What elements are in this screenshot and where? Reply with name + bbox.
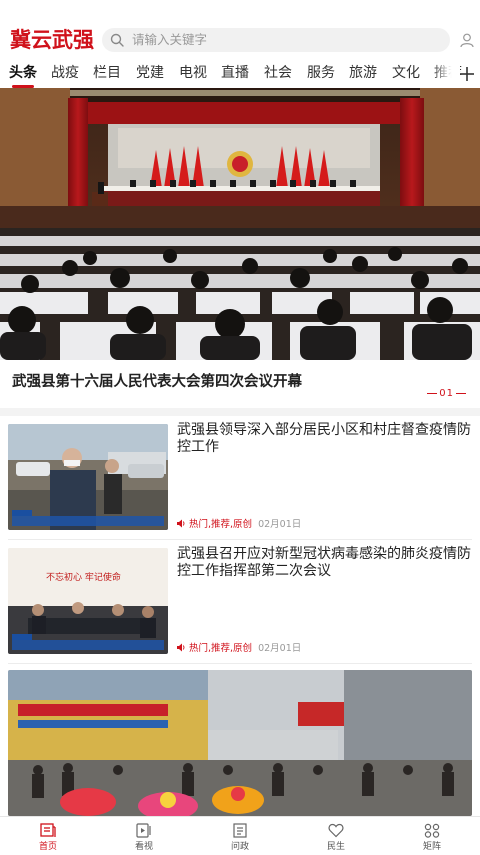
news-item[interactable]: 不忘初心 牢记使命 武强县召开应对新型冠状病毒感染的肺炎疫情防控工作指挥部第二次… <box>0 540 480 664</box>
home-news-icon <box>40 823 56 837</box>
news-thumbnail <box>8 424 168 530</box>
news-tags: 热门,推荐,原创 <box>189 519 253 530</box>
search-bar[interactable]: 请输入关键字 <box>102 28 450 52</box>
hero-image[interactable] <box>0 88 480 360</box>
news-title[interactable]: 武强县召开应对新型冠状病毒感染的肺炎疫情防控工作指挥部第二次会议 <box>177 546 473 580</box>
news-tags: 热门,推荐,原创 <box>189 643 253 654</box>
tab-fuwu[interactable]: 服务 <box>307 60 335 86</box>
tabs-fade <box>432 60 460 88</box>
inspection-photo <box>8 424 168 530</box>
tab-zhanyi[interactable]: 战疫 <box>51 60 79 86</box>
news-date: 02月01日 <box>258 519 302 530</box>
nav-label: 矩阵 <box>422 842 441 852</box>
svg-text:不忘初心 牢记使命: 不忘初心 牢记使命 <box>46 571 121 583</box>
channel-tabs: 头条 战疫 栏目 党建 电视 直播 社会 服务 旅游 文化 推荐 <box>0 60 480 88</box>
section-gap <box>0 408 480 416</box>
news-thumbnail: 不忘初心 牢记使命 <box>8 548 168 654</box>
meeting-photo: 不忘初心 牢记使命 <box>8 548 168 654</box>
news-meta: 热门,推荐,原创 02月01日 <box>177 640 301 654</box>
news-title[interactable]: 武强县领导深入部分居民小区和村庄督查疫情防控工作 <box>177 422 473 456</box>
heart-icon <box>328 823 344 838</box>
nav-matrix[interactable]: 矩阵 <box>384 817 480 855</box>
hero-title[interactable]: 武强县第十六届人民代表大会第四次会议开幕 <box>12 370 302 391</box>
app-logo[interactable]: 冀云武强 <box>10 24 94 56</box>
nav-label: 看视 <box>134 842 153 852</box>
speaker-icon <box>177 643 185 652</box>
tab-dangjian[interactable]: 党建 <box>136 60 164 86</box>
tab-dianshi[interactable]: 电视 <box>179 60 207 86</box>
search-placeholder: 请输入关键字 <box>132 32 208 47</box>
news-meta: 热门,推荐,原创 02月01日 <box>177 516 301 530</box>
nav-livelihood[interactable]: 民生 <box>288 817 384 855</box>
tab-lanmu[interactable]: 栏目 <box>93 60 121 86</box>
video-icon <box>136 823 151 838</box>
nav-label: 民生 <box>326 842 345 852</box>
nav-label: 问政 <box>230 842 249 852</box>
bottom-nav: 首页 看视 问政 民生 矩阵 <box>0 816 480 855</box>
tab-zhibo[interactable]: 直播 <box>221 60 249 86</box>
conference-hall-photo <box>0 88 480 360</box>
tab-shehui[interactable]: 社会 <box>264 60 292 86</box>
nav-video[interactable]: 看视 <box>96 817 192 855</box>
hero-caption[interactable]: 武强县第十六届人民代表大会第四次会议开幕 01 <box>0 360 480 408</box>
news-date: 02月01日 <box>258 643 302 654</box>
user-icon[interactable] <box>459 32 475 48</box>
nav-home[interactable]: 首页 <box>0 817 96 855</box>
search-icon <box>110 33 124 47</box>
add-channel-icon[interactable] <box>459 66 475 82</box>
list-divider <box>8 663 472 664</box>
hero-index-number: 01 <box>439 388 454 399</box>
inquiry-icon <box>233 823 247 838</box>
news-item[interactable]: 武强县领导深入部分居民小区和村庄督查疫情防控工作 热门,推荐,原创 02月01日 <box>0 416 480 540</box>
hero-slide-index: 01 <box>425 388 468 399</box>
tab-toutiao[interactable]: 头条 <box>9 60 37 86</box>
lion-dance-photo <box>8 670 472 816</box>
speaker-icon <box>177 519 185 528</box>
tab-wenhua[interactable]: 文化 <box>392 60 420 86</box>
nav-label: 首页 <box>38 842 57 852</box>
top-bar: 冀云武强 请输入关键字 <box>0 0 480 58</box>
nav-inquiry[interactable]: 问政 <box>192 817 288 855</box>
matrix-grid-icon <box>424 823 440 838</box>
news-large-image[interactable] <box>8 670 472 816</box>
tab-lvyou[interactable]: 旅游 <box>349 60 377 86</box>
